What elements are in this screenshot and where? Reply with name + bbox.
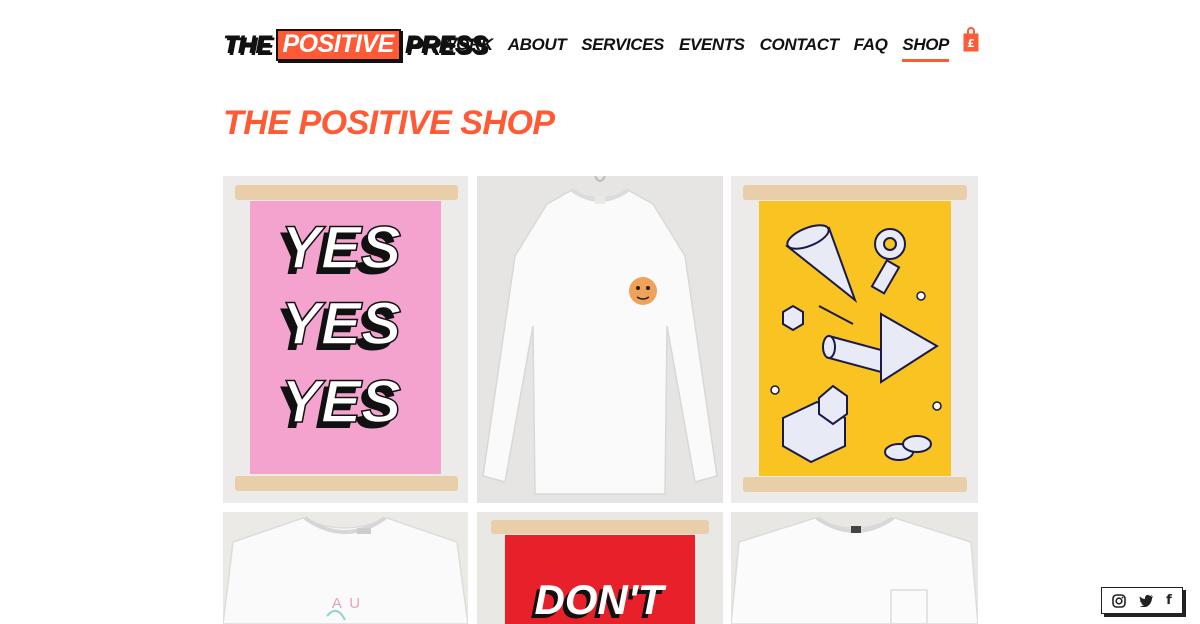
product-tile-longsleeve-tee[interactable] [477, 176, 723, 503]
product-image-longsleeve-tee [477, 176, 723, 503]
product-tile-dont-print[interactable]: DON'T DON'T [477, 512, 723, 624]
product-tile-pocket-tee[interactable] [731, 512, 978, 624]
nav-item-contact[interactable]: CONTACT [760, 34, 839, 62]
product-tile-yes-print[interactable]: YES YES YES YES YES YES [223, 176, 468, 503]
nav-item-faq[interactable]: FAQ [854, 34, 888, 62]
nav-item-services[interactable]: SERVICES [581, 34, 664, 62]
page-title: THE POSITIVE SHOP [223, 104, 555, 142]
nav-item-events[interactable]: EVENTS [679, 34, 745, 62]
twitter-icon[interactable] [1139, 594, 1154, 607]
product-image-pocket-tee [731, 512, 978, 624]
nav-item-work[interactable]: WORK [441, 34, 494, 62]
logo-word-positive: POSITIVE [275, 29, 401, 61]
main-nav: WORK ABOUT SERVICES EVENTS CONTACT FAQ S… [441, 34, 949, 62]
logo-word-the: THE [223, 30, 272, 59]
social-links: f [1101, 587, 1183, 614]
nav-item-shop[interactable]: SHOP [902, 34, 949, 62]
product-image-au-tee: A U [223, 512, 468, 624]
site-header: THE POSITIVE PRESS WORK ABOUT SERVICES E… [223, 24, 979, 64]
poster-line-2: YES [281, 290, 401, 357]
shopping-bag-icon[interactable]: £ [963, 26, 979, 52]
product-tile-shapes-print[interactable] [731, 176, 978, 503]
tee-print-text: A U [332, 595, 362, 612]
product-image-yes-print: YES YES YES YES YES YES [223, 176, 468, 503]
poster-line-3: YES [281, 368, 401, 435]
poster-text: DON'T [535, 576, 667, 623]
facebook-icon[interactable]: f [1166, 593, 1172, 608]
instagram-icon[interactable] [1112, 593, 1127, 608]
currency-symbol: £ [967, 37, 975, 50]
product-tile-au-tee[interactable]: A U [223, 512, 468, 624]
product-image-shapes-print [731, 176, 978, 503]
poster-line-1: YES [281, 214, 401, 281]
product-image-dont-print: DON'T DON'T [477, 512, 723, 624]
nav-item-about[interactable]: ABOUT [508, 34, 567, 62]
